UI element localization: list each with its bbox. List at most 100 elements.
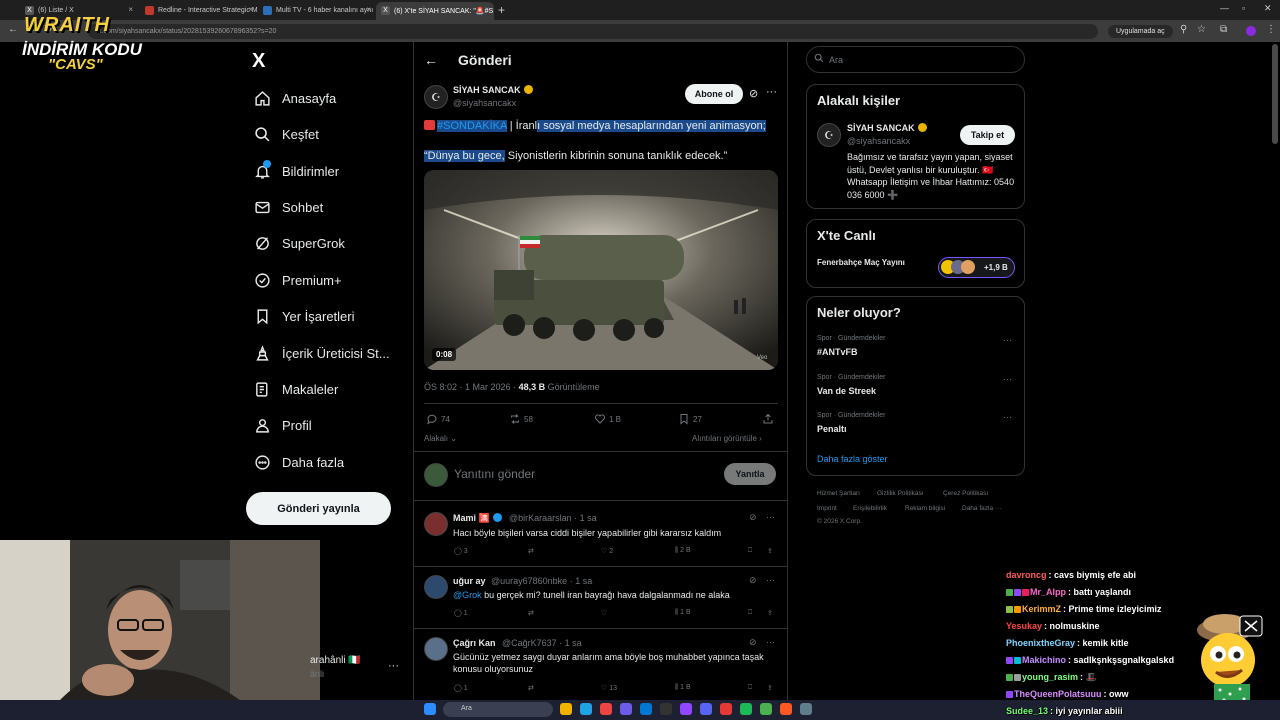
grok-explain-icon[interactable]: ⊘ bbox=[749, 512, 757, 523]
sidebar-item-premium[interactable]: Premium+ bbox=[252, 268, 342, 292]
tweet-date[interactable]: 1 Mar 2026 bbox=[465, 382, 511, 392]
reply-avatar[interactable] bbox=[424, 512, 448, 536]
like-action[interactable]: 1 B bbox=[594, 413, 621, 425]
sidebar-item-profile[interactable]: Profil bbox=[252, 413, 312, 437]
retweet-icon[interactable]: ⇄ bbox=[528, 609, 534, 617]
view-quotes-link[interactable]: Alıntıları görüntüle › bbox=[692, 434, 762, 443]
sidebar-item-home[interactable]: Anasayfa bbox=[252, 86, 336, 110]
grok-explain-icon[interactable]: ⊘ bbox=[749, 637, 757, 648]
reply-count[interactable]: ◯ 3 bbox=[454, 547, 468, 555]
x-logo-icon[interactable]: X bbox=[252, 50, 265, 73]
app-icon[interactable] bbox=[800, 703, 812, 715]
app-icon[interactable] bbox=[720, 703, 732, 715]
live-item-title[interactable]: Fenerbahçe Maç Yayını bbox=[817, 258, 905, 267]
spotify-icon[interactable] bbox=[740, 703, 752, 715]
minimize-icon[interactable]: — bbox=[1220, 3, 1229, 13]
account-more-icon[interactable]: ··· bbox=[388, 660, 399, 672]
star-icon[interactable]: ☆ bbox=[1197, 24, 1206, 35]
footer-link[interactable]: Daha fazla ··· bbox=[962, 505, 1001, 512]
reply-author-handle[interactable]: @uuray67860nbke · 1 sa bbox=[491, 576, 592, 586]
tweet-time[interactable]: ÖS 8:02 bbox=[424, 382, 457, 392]
tweet-video[interactable] bbox=[424, 170, 778, 370]
sidebar-item-more[interactable]: Daha fazla bbox=[252, 450, 344, 474]
share-icon[interactable]: ⇪ bbox=[767, 609, 773, 617]
mention-link[interactable]: @Grok bbox=[453, 590, 482, 600]
retweet-action[interactable]: 58 bbox=[509, 413, 533, 425]
reply-count[interactable]: ◯ 1 bbox=[454, 609, 468, 617]
grok-explain-icon[interactable]: ⊘ bbox=[749, 575, 757, 586]
view-count[interactable]: ⫼ 1 B bbox=[675, 684, 691, 692]
reply-count[interactable]: ◯ 1 bbox=[454, 684, 468, 692]
reply-action[interactable]: 74 bbox=[426, 413, 450, 425]
app-icon[interactable] bbox=[620, 703, 632, 715]
reply-button[interactable]: Yanıtla bbox=[724, 463, 776, 485]
extensions-icon[interactable]: ⧉ bbox=[1220, 24, 1227, 35]
reply-author-name[interactable]: Çağrı Kan bbox=[453, 638, 496, 648]
more-options-icon[interactable]: ··· bbox=[1003, 412, 1012, 422]
reply-author-handle[interactable]: @birKaraarslan · 1 sa bbox=[509, 513, 597, 523]
sidebar-item-chat[interactable]: Sohbet bbox=[252, 195, 323, 219]
page-scrollbar[interactable] bbox=[1272, 44, 1278, 144]
footer-link[interactable]: Gizlilik Politikası bbox=[877, 490, 924, 497]
related-dropdown[interactable]: Alakalı ⌄ bbox=[424, 434, 457, 443]
twitch-icon[interactable] bbox=[680, 703, 692, 715]
more-options-icon[interactable]: ··· bbox=[1003, 374, 1012, 384]
reply-avatar[interactable] bbox=[424, 637, 448, 661]
footer-link[interactable]: Erişilebilirlik bbox=[853, 505, 887, 512]
app-icon[interactable] bbox=[640, 703, 652, 715]
user-avatar[interactable] bbox=[424, 463, 448, 487]
share-icon[interactable]: ⇪ bbox=[767, 547, 773, 555]
follow-button[interactable]: Takip et bbox=[960, 125, 1015, 145]
close-icon[interactable]: × bbox=[366, 5, 371, 14]
sidebar-item-bookmarks[interactable]: Yer İşaretleri bbox=[252, 304, 355, 328]
more-options-icon[interactable]: ··· bbox=[766, 575, 775, 585]
reply-author-handle[interactable]: @CağrK7637 · 1 sa bbox=[502, 638, 582, 648]
related-person-handle[interactable]: @siyahsancakx bbox=[847, 136, 910, 146]
bookmark-icon[interactable]: ⎕ bbox=[748, 684, 752, 692]
back-arrow-icon[interactable]: ← bbox=[424, 52, 438, 68]
view-count[interactable]: ⫼ 1 B bbox=[675, 609, 691, 617]
author-name[interactable]: SİYAH SANCAK bbox=[453, 85, 533, 95]
reply-input[interactable]: Yanıtını gönder bbox=[454, 467, 535, 481]
author-avatar[interactable]: ☪ bbox=[424, 85, 448, 109]
show-more-link[interactable]: Daha fazla göster bbox=[817, 454, 888, 464]
browser-tab[interactable]: Multi TV - 6 haber kanalını aynı × bbox=[258, 2, 376, 20]
bookmark-action[interactable]: 27 bbox=[678, 413, 702, 425]
author-handle[interactable]: @siyahsancakx bbox=[453, 98, 516, 108]
zoom-icon[interactable]: ⚲ bbox=[1180, 24, 1187, 35]
chrome-icon[interactable] bbox=[600, 703, 612, 715]
close-icon[interactable]: × bbox=[248, 5, 253, 14]
close-icon[interactable]: × bbox=[128, 5, 133, 14]
related-person-name[interactable]: SİYAH SANCAK bbox=[847, 123, 927, 133]
taskbar-search[interactable]: Ara bbox=[443, 702, 553, 717]
file-explorer-icon[interactable] bbox=[560, 703, 572, 715]
view-count[interactable]: ⫼ 2 B bbox=[675, 547, 691, 555]
edge-icon[interactable] bbox=[580, 703, 592, 715]
new-tab-icon[interactable]: + bbox=[498, 3, 505, 17]
subscribe-button[interactable]: Abone ol bbox=[685, 84, 743, 104]
open-in-app-chip[interactable]: Uygulamada aç bbox=[1108, 25, 1173, 38]
search-input[interactable]: Ara bbox=[806, 46, 1025, 73]
reply-avatar[interactable] bbox=[424, 575, 448, 599]
footer-link[interactable]: Çerez Politikası bbox=[943, 490, 988, 497]
browser-menu-icon[interactable]: ⋮ bbox=[1266, 24, 1276, 35]
related-avatar[interactable]: ☪ bbox=[817, 123, 841, 147]
terminal-icon[interactable] bbox=[660, 703, 672, 715]
sidebar-item-explore[interactable]: Keşfet bbox=[252, 122, 319, 146]
profile-avatar[interactable] bbox=[1246, 26, 1256, 36]
close-icon[interactable]: × bbox=[484, 5, 489, 14]
footer-link[interactable]: Imprint bbox=[817, 505, 837, 512]
retweet-icon[interactable]: ⇄ bbox=[528, 684, 534, 692]
footer-link[interactable]: Hizmet Şartları bbox=[817, 490, 860, 497]
more-options-icon[interactable]: ··· bbox=[766, 86, 777, 98]
back-nav-icon[interactable]: ← bbox=[8, 24, 18, 35]
bookmark-icon[interactable]: ⎕ bbox=[748, 547, 752, 555]
browser-tab-active[interactable]: X (6) X'te SİYAH SANCAK: "🚨#S × bbox=[376, 2, 494, 20]
window-close-icon[interactable]: ✕ bbox=[1264, 3, 1272, 14]
maximize-icon[interactable]: ▫ bbox=[1242, 3, 1245, 13]
share-action[interactable] bbox=[762, 413, 777, 425]
windows-start-icon[interactable] bbox=[424, 703, 436, 715]
account-name[interactable]: arahânli 🇮🇹 bbox=[310, 655, 361, 666]
more-options-icon[interactable]: ··· bbox=[766, 637, 775, 647]
share-icon[interactable]: ⇪ bbox=[767, 684, 773, 692]
